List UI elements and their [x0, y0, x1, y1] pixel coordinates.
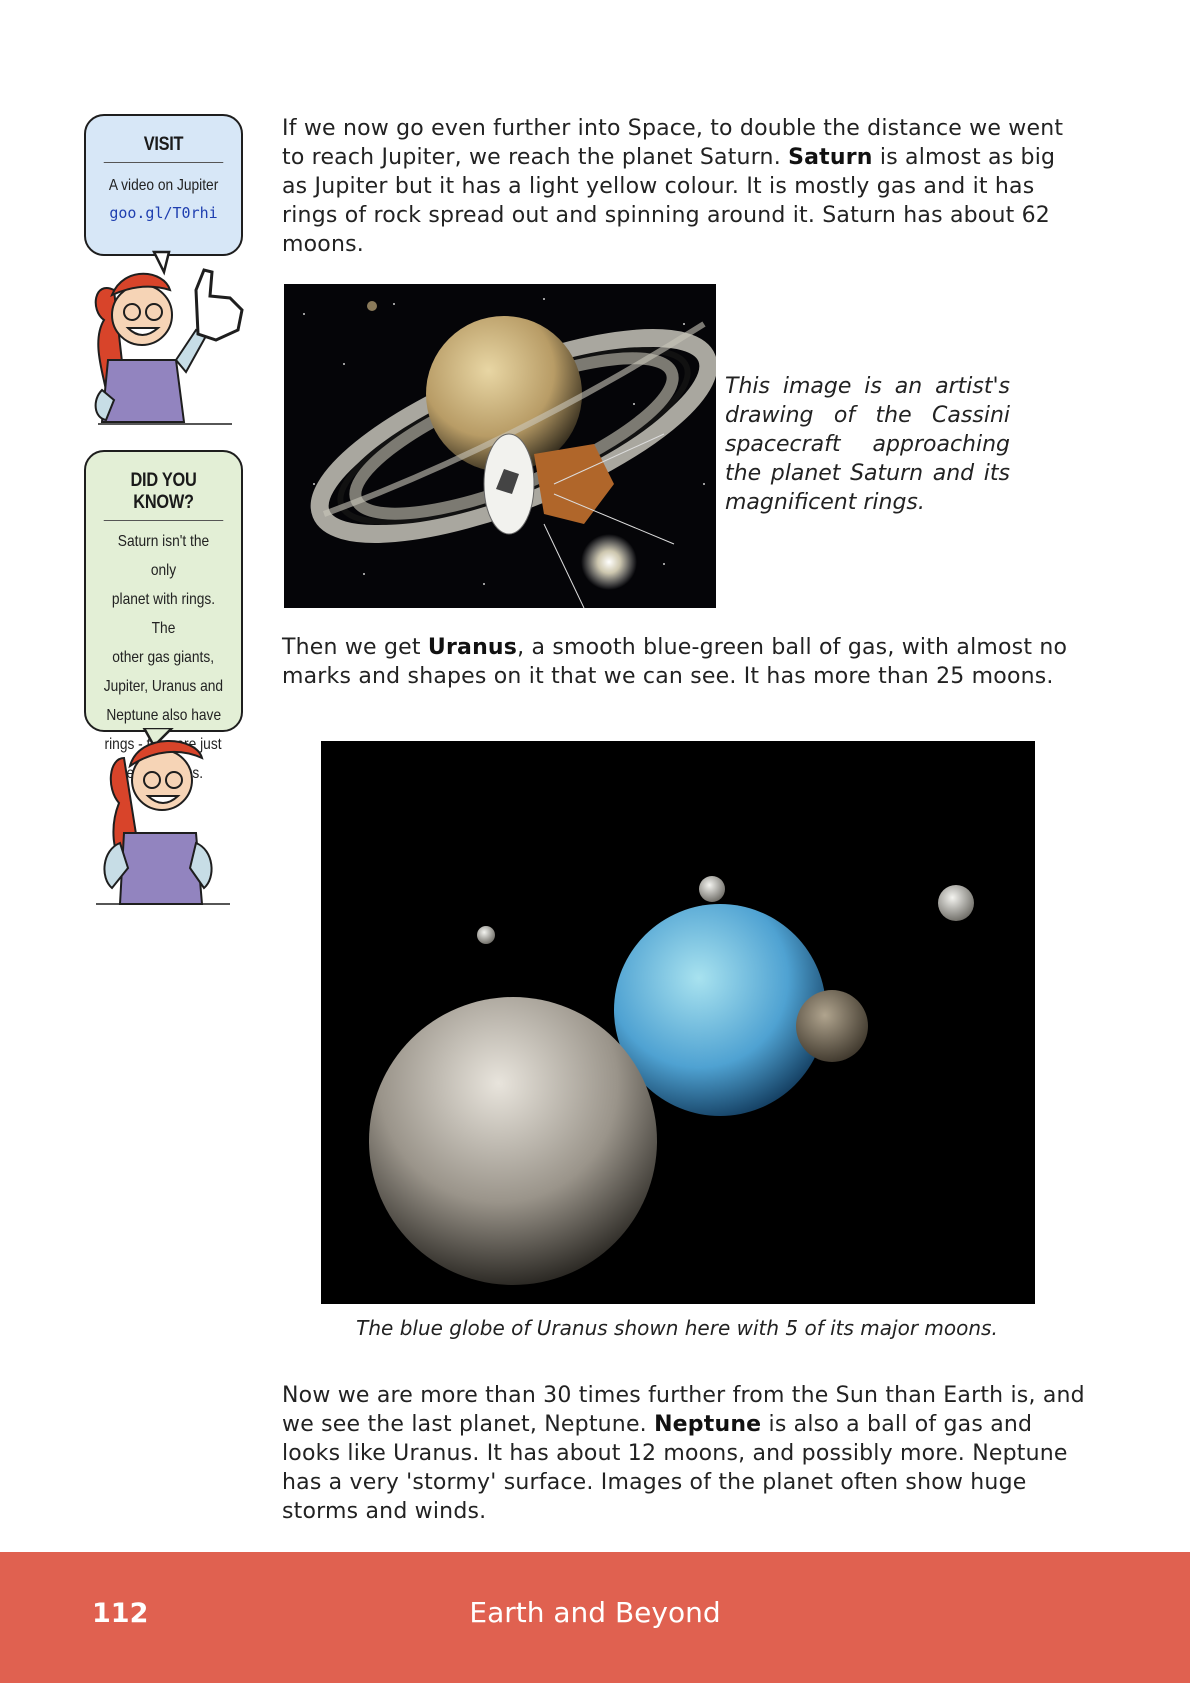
saturn-cassini-image [284, 284, 716, 608]
cartoon-character-smiling [96, 728, 230, 905]
paragraph-neptune: Now we are more than 30 times further fr… [282, 1381, 1087, 1526]
did-you-know-heading: DID YOU KNOW? [103, 470, 224, 521]
bold-term-saturn: Saturn [788, 145, 873, 170]
did-you-know-line: Jupiter, Uranus and [103, 678, 224, 695]
paragraph-text: Then we get [282, 635, 428, 660]
page-footer: 112 Earth and Beyond [0, 1552, 1190, 1683]
did-you-know-line: Neptune also have [106, 707, 221, 724]
bold-term-neptune: Neptune [654, 1412, 762, 1437]
book-title: Earth and Beyond [469, 1596, 721, 1629]
cartoon-character-pointing [94, 250, 244, 425]
visit-callout: VISIT A video on Jupiter goo.gl/T0rhi [84, 114, 243, 256]
saturn-caption: This image is an artist's drawing of the… [725, 374, 1010, 515]
uranus-caption: The blue globe of Uranus shown here with… [356, 1316, 998, 1340]
did-you-know-callout: DID YOU KNOW? Saturn isn't the only plan… [84, 450, 243, 782]
paragraph-saturn: If we now go even further into Space, to… [282, 114, 1082, 259]
did-you-know-line: planet with rings. The [111, 591, 216, 637]
did-you-know-line: Saturn isn't the only [117, 533, 210, 579]
visit-text: A video on Jupiter [108, 177, 219, 194]
uranus-moons-image [321, 741, 1035, 1304]
did-you-know-line: other gas giants, [112, 649, 215, 666]
bold-term-uranus: Uranus [427, 635, 518, 660]
visit-link[interactable]: goo.gl/T0rhi [94, 200, 233, 226]
visit-heading: VISIT [103, 134, 224, 163]
paragraph-uranus: Then we get Uranus, a smooth blue-green … [282, 633, 1082, 691]
